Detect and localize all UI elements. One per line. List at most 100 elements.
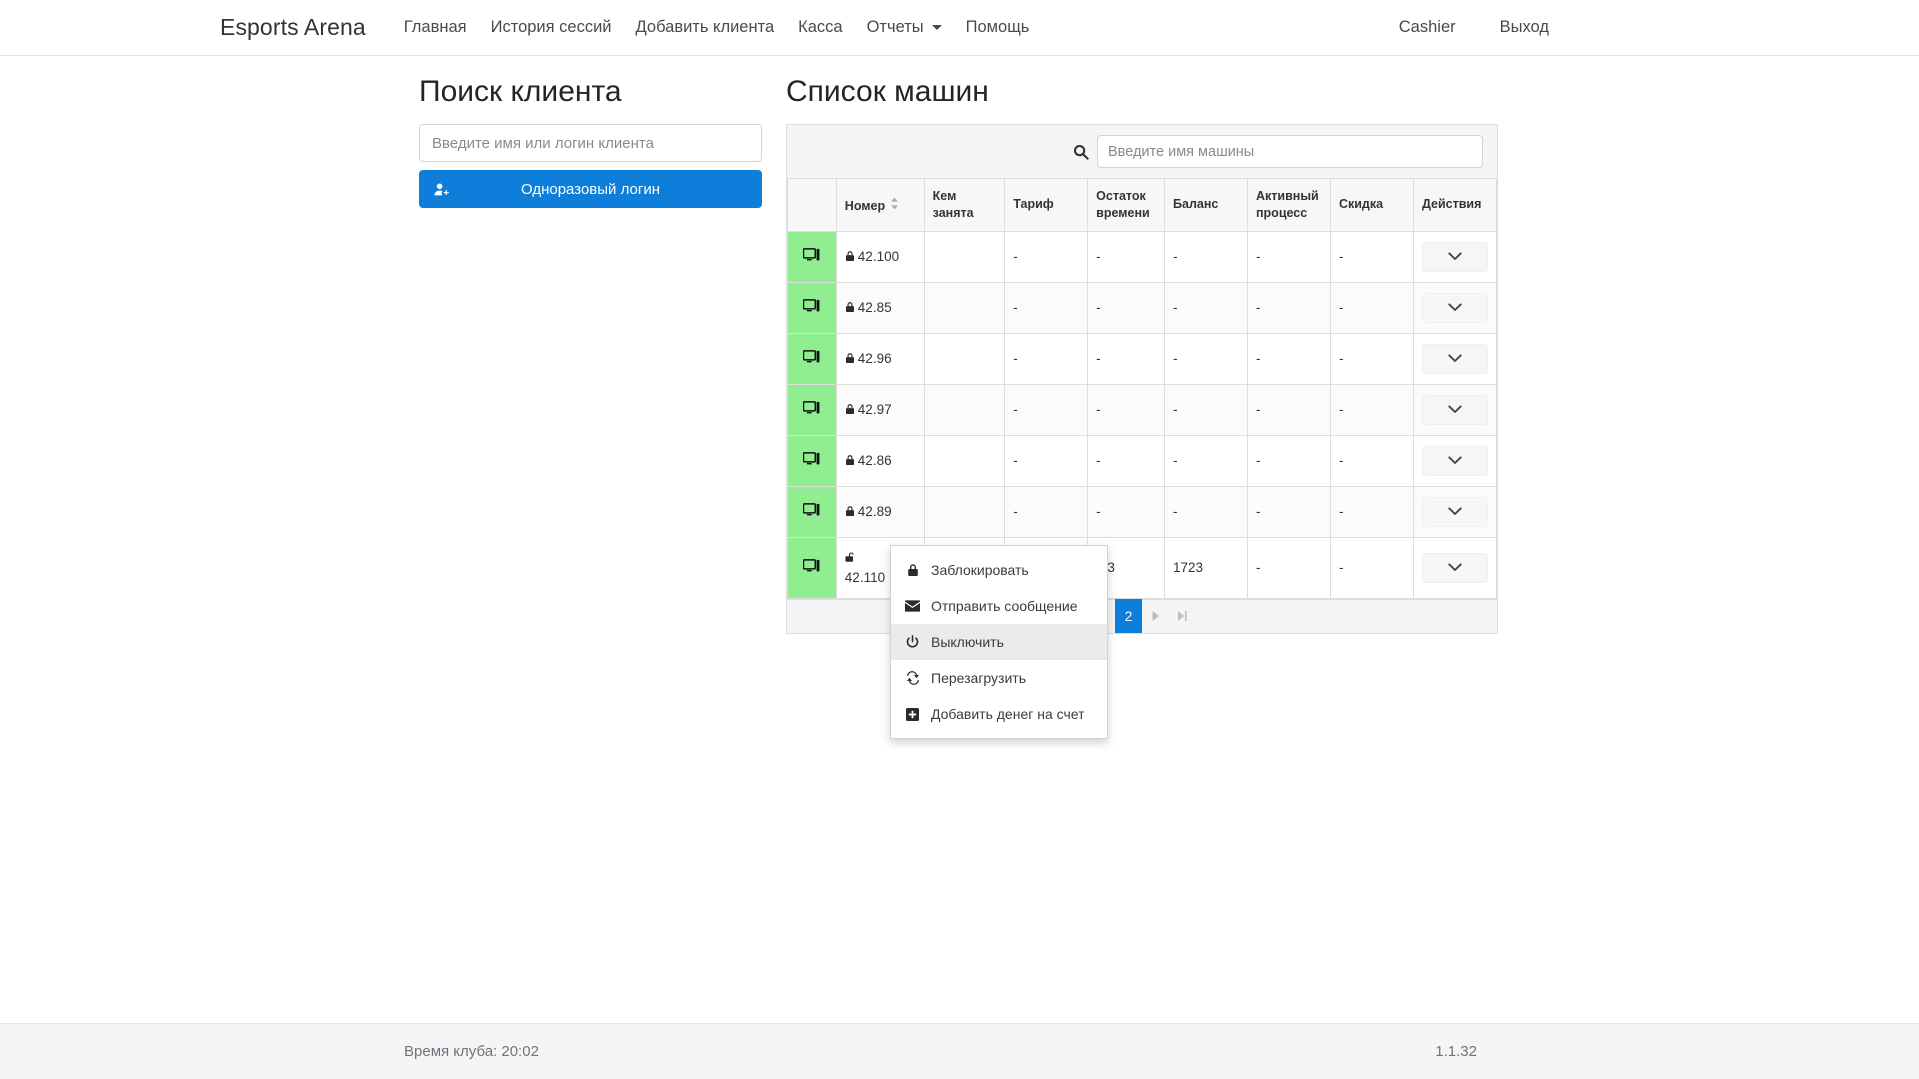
cell-actions xyxy=(1413,537,1496,598)
nav-item-user[interactable]: Cashier xyxy=(1377,10,1478,45)
menu-item-restart[interactable]: Перезагрузить xyxy=(891,660,1107,696)
chevron-down-icon xyxy=(1448,402,1462,417)
cell-time-left: - xyxy=(1088,486,1165,537)
lock-icon[interactable] xyxy=(845,352,855,367)
col-discount: Скидка xyxy=(1330,179,1413,231)
page-2-button[interactable]: 2 xyxy=(1115,599,1142,633)
row-actions-button[interactable] xyxy=(1422,553,1488,583)
monitor-icon xyxy=(803,404,820,419)
cell-number: 42.100 xyxy=(836,231,924,282)
row-actions-button[interactable] xyxy=(1422,395,1488,425)
nav-item-help[interactable]: Помощь xyxy=(954,10,1042,45)
menu-item-add-money[interactable]: Добавить денег на счет xyxy=(891,696,1107,732)
nav-item-add-client[interactable]: Добавить клиента xyxy=(624,10,787,45)
lock-icon[interactable] xyxy=(845,505,855,520)
cell-active-process: - xyxy=(1248,486,1331,537)
lock-icon[interactable] xyxy=(845,403,855,418)
menu-item-shutdown[interactable]: Выключить xyxy=(891,624,1107,660)
cell-active-process: - xyxy=(1248,384,1331,435)
table-header-row: Номер Кем занята Тариф Остато xyxy=(788,179,1497,231)
lock-icon xyxy=(905,563,920,577)
page-footer: Время клуба: 20:02 1.1.32 xyxy=(0,1023,1919,1079)
chevron-down-icon xyxy=(932,25,942,30)
nav-logout-label: Выход xyxy=(1500,18,1549,37)
monitor-icon xyxy=(803,251,820,266)
chevron-down-icon xyxy=(1448,453,1462,468)
sort-icon[interactable] xyxy=(889,197,900,210)
machine-search-input[interactable] xyxy=(1097,135,1483,168)
chevron-down-icon xyxy=(1448,504,1462,519)
lock-icon[interactable] xyxy=(845,454,855,469)
cell-occupied-by xyxy=(924,435,1005,486)
row-actions-button[interactable] xyxy=(1422,293,1488,323)
one-time-login-button[interactable]: Одноразовый логин xyxy=(419,170,762,208)
row-actions-button[interactable] xyxy=(1422,446,1488,476)
next-page-button[interactable] xyxy=(1142,599,1169,633)
cell-tariff: - xyxy=(1005,486,1088,537)
lock-icon[interactable] xyxy=(845,250,855,265)
menu-item-block[interactable]: Заблокировать xyxy=(891,552,1107,588)
cell-number: 42.86 xyxy=(836,435,924,486)
row-actions-button[interactable] xyxy=(1422,497,1488,527)
machines-title: Список машин xyxy=(786,74,1498,110)
row-actions-button[interactable] xyxy=(1422,344,1488,374)
menu-item-label: Отправить сообщение xyxy=(931,598,1078,614)
cell-number: 42.89 xyxy=(836,486,924,537)
table-row[interactable]: 42.85 - - - - - xyxy=(788,282,1497,333)
table-row[interactable]: 42.89 - - - - - xyxy=(788,486,1497,537)
brand-logo[interactable]: Esports Arena xyxy=(220,14,366,41)
machine-number-label: 42.89 xyxy=(858,504,892,519)
cell-status xyxy=(788,333,837,384)
nav-item-label: Касса xyxy=(798,18,842,37)
cell-actions xyxy=(1413,282,1496,333)
nav-item-label: Отчеты xyxy=(867,18,924,37)
user-plus-icon xyxy=(434,182,449,197)
machine-number-label: 42.85 xyxy=(858,300,892,315)
col-actions: Действия xyxy=(1413,179,1496,231)
cell-tariff: - xyxy=(1005,333,1088,384)
client-search-input[interactable] xyxy=(419,124,762,162)
nav-item-cashbox[interactable]: Касса xyxy=(786,10,854,45)
cell-discount: - xyxy=(1330,486,1413,537)
table-row[interactable]: 42.97 - - - - - xyxy=(788,384,1497,435)
row-actions-button[interactable] xyxy=(1422,242,1488,272)
table-row[interactable]: 42.96 - - - - - xyxy=(788,333,1497,384)
col-time-left: Остаток времени xyxy=(1088,179,1165,231)
nav-item-home[interactable]: Главная xyxy=(392,10,479,45)
nav-item-session-history[interactable]: История сессий xyxy=(479,10,624,45)
menu-item-label: Заблокировать xyxy=(931,562,1029,578)
cell-balance: - xyxy=(1165,435,1248,486)
col-number[interactable]: Номер xyxy=(836,179,924,231)
cell-status xyxy=(788,486,837,537)
lock-icon[interactable] xyxy=(845,301,855,316)
cell-time-left: - xyxy=(1088,384,1165,435)
nav-user-label: Cashier xyxy=(1399,18,1456,37)
col-balance: Баланс xyxy=(1165,179,1248,231)
cell-discount: - xyxy=(1330,282,1413,333)
nav-links: Главная История сессий Добавить клиента … xyxy=(392,10,1042,45)
cell-actions xyxy=(1413,435,1496,486)
cell-discount: - xyxy=(1330,333,1413,384)
nav-right-group: Cashier Выход xyxy=(1377,10,1891,45)
nav-item-label: Помощь xyxy=(966,18,1030,37)
nav-item-label: Добавить клиента xyxy=(636,18,775,37)
menu-item-label: Добавить денег на счет xyxy=(931,706,1085,722)
nav-item-logout[interactable]: Выход xyxy=(1478,10,1571,45)
cell-active-process: - xyxy=(1248,231,1331,282)
cell-active-process: - xyxy=(1248,537,1331,598)
machine-actions-menu[interactable]: Заблокировать Отправить сообщение Выключ… xyxy=(890,545,1108,739)
table-row[interactable]: 42.86 - - - - - xyxy=(788,435,1497,486)
col-status xyxy=(788,179,837,231)
cell-status xyxy=(788,231,837,282)
machines-toolbar xyxy=(787,125,1497,179)
last-page-button[interactable] xyxy=(1169,599,1196,633)
cell-discount: - xyxy=(1330,537,1413,598)
menu-item-send-message[interactable]: Отправить сообщение xyxy=(891,588,1107,624)
nav-item-reports[interactable]: Отчеты xyxy=(855,10,954,45)
club-time-label: Время клуба: 20:02 xyxy=(404,1043,539,1060)
cell-balance: 1723 xyxy=(1165,537,1248,598)
cell-active-process: - xyxy=(1248,333,1331,384)
table-row[interactable]: 42.100 - - - - - xyxy=(788,231,1497,282)
lock-open-icon[interactable] xyxy=(845,551,856,566)
monitor-icon xyxy=(803,506,820,521)
